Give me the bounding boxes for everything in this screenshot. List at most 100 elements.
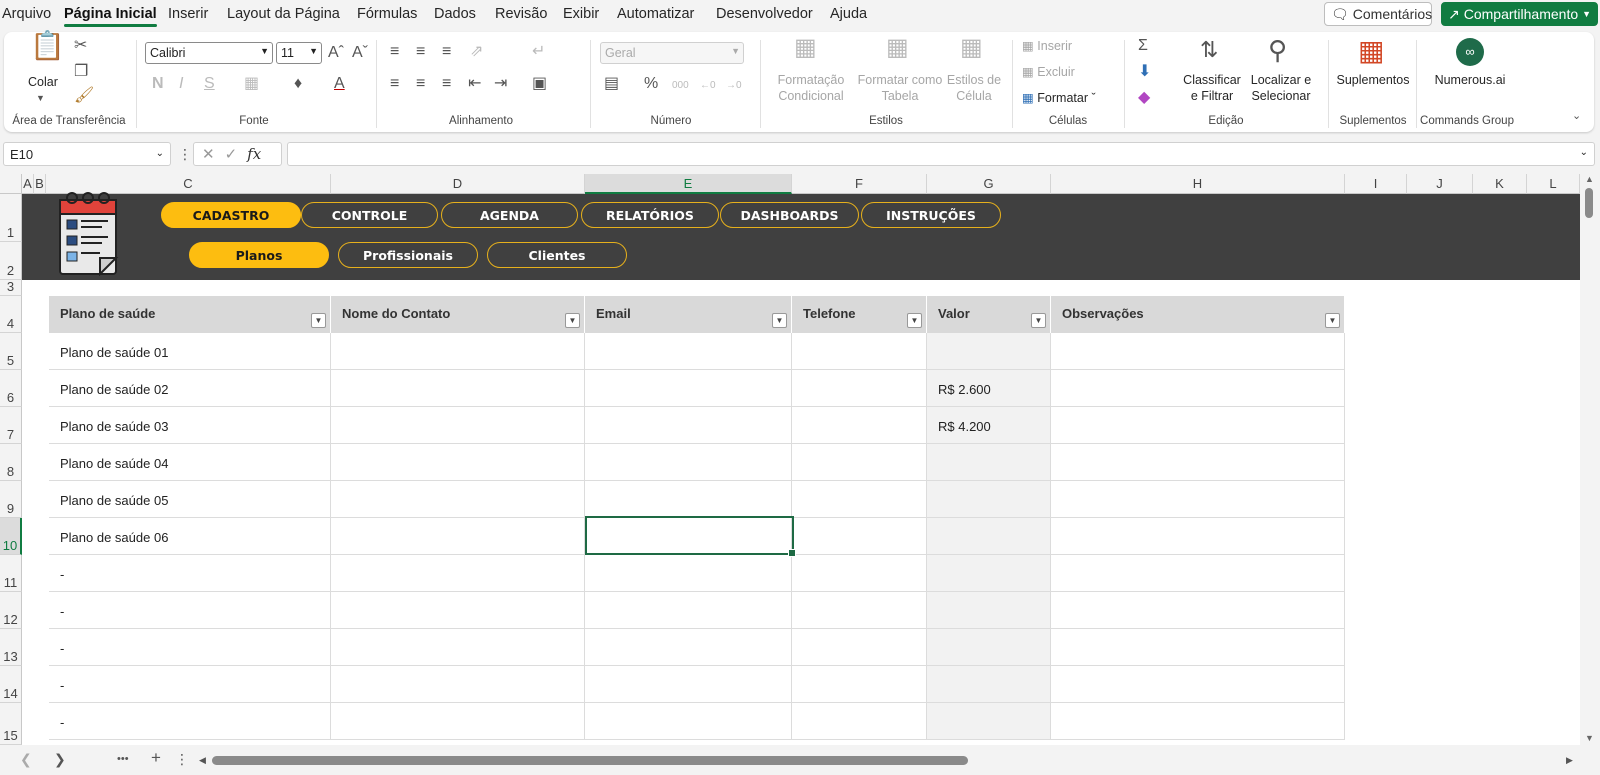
scroll-right-icon[interactable]: ▶: [1566, 755, 1573, 766]
align-right-icon[interactable]: ≡: [442, 76, 451, 92]
table-cell[interactable]: [927, 481, 1051, 518]
menu-exibir[interactable]: Exibir: [563, 6, 599, 22]
spreadsheet-grid[interactable]: ABCDEFGHIJKL 1 2 3 4 5 6 7 8 9 10 11 12 13 14 15 CADAS…: [0, 174, 1580, 745]
table-cell[interactable]: [331, 629, 585, 666]
row-header-1[interactable]: 1: [0, 194, 22, 242]
format-cells-button[interactable]: ▦ Formatar ˇ: [1022, 90, 1096, 106]
menu-dados[interactable]: Dados: [434, 6, 476, 22]
format-painter-icon[interactable]: 🖌: [74, 88, 94, 104]
table-cell[interactable]: -: [49, 592, 331, 629]
table-cell[interactable]: [331, 518, 585, 555]
merge-center-icon[interactable]: ▣: [532, 76, 547, 92]
wrap-text-icon[interactable]: ↵: [532, 44, 545, 60]
table-cell[interactable]: [331, 666, 585, 703]
find-select-button[interactable]: Localizar e Selecionar: [1246, 72, 1316, 104]
borders-icon[interactable]: ▦: [244, 76, 259, 92]
nav-tab-instrucoes[interactable]: INSTRUÇÕES: [861, 202, 1001, 228]
conditional-format-icon[interactable]: ▦: [794, 36, 817, 60]
table-cell[interactable]: [1051, 592, 1345, 629]
table-cell[interactable]: [331, 333, 585, 370]
table-cell[interactable]: R$ 4.200: [927, 407, 1051, 444]
row-header-10[interactable]: 10: [0, 518, 22, 555]
table-cell[interactable]: [792, 629, 927, 666]
table-cell[interactable]: [331, 444, 585, 481]
column-header-d[interactable]: D: [331, 174, 585, 194]
table-cell[interactable]: Plano de saúde 05: [49, 481, 331, 518]
insert-function-button[interactable]: fx: [247, 145, 261, 163]
table-cell[interactable]: [1051, 555, 1345, 592]
table-cell[interactable]: [585, 370, 792, 407]
delete-cells-button[interactable]: ▦ Excluir: [1022, 64, 1075, 80]
filter-dropdown-icon[interactable]: ▼: [1325, 313, 1340, 328]
comments-button[interactable]: 🗨 Comentários: [1324, 2, 1432, 26]
copy-icon[interactable]: ❐: [74, 64, 88, 80]
table-cell[interactable]: [1051, 333, 1345, 370]
cell-styles-icon[interactable]: ▦: [960, 36, 983, 60]
table-cell[interactable]: Plano de saúde 03: [49, 407, 331, 444]
nav-tab-relatorios[interactable]: RELATÓRIOS: [581, 202, 719, 228]
enter-icon[interactable]: ✓: [225, 145, 238, 163]
row-header-12[interactable]: 12: [0, 592, 22, 629]
bold-icon[interactable]: N: [152, 76, 164, 92]
vertical-scrollbar[interactable]: ▲ ▼: [1580, 174, 1600, 745]
column-header-j[interactable]: J: [1407, 174, 1473, 194]
align-middle-icon[interactable]: ≡: [416, 44, 425, 60]
cut-icon[interactable]: ✂: [74, 38, 87, 54]
table-cell[interactable]: [331, 592, 585, 629]
row-header-8[interactable]: 8: [0, 444, 22, 481]
column-header-b[interactable]: B: [34, 174, 46, 194]
addins-icon[interactable]: ▦: [1358, 36, 1384, 66]
align-center-icon[interactable]: ≡: [416, 76, 425, 92]
addins-button[interactable]: Suplementos: [1336, 72, 1410, 88]
table-cell[interactable]: [792, 666, 927, 703]
table-cell[interactable]: [927, 592, 1051, 629]
table-cell[interactable]: [792, 444, 927, 481]
table-cell[interactable]: Plano de saúde 01: [49, 333, 331, 370]
collapse-ribbon-icon[interactable]: ⌄: [1572, 108, 1581, 124]
paste-button[interactable]: Colar: [28, 74, 58, 90]
table-cell[interactable]: [585, 666, 792, 703]
column-header-h[interactable]: H: [1051, 174, 1345, 194]
horizontal-scroll-thumb[interactable]: [212, 756, 968, 765]
add-sheet-button[interactable]: +: [151, 748, 161, 768]
column-header-f[interactable]: F: [792, 174, 927, 194]
formula-input[interactable]: ⌄: [287, 142, 1595, 166]
table-cell[interactable]: [927, 666, 1051, 703]
sort-filter-icon[interactable]: ⇅: [1200, 38, 1218, 62]
column-header-l[interactable]: L: [1527, 174, 1580, 194]
sort-filter-button[interactable]: Classificar e Filtrar: [1182, 72, 1242, 104]
table-cell[interactable]: R$ 2.600: [927, 370, 1051, 407]
table-cell[interactable]: [1051, 666, 1345, 703]
table-cell[interactable]: -: [49, 703, 331, 740]
currency-icon[interactable]: ▤: [604, 76, 619, 92]
table-cell[interactable]: [331, 703, 585, 740]
name-box[interactable]: E10 ⌄: [3, 142, 171, 166]
select-all-corner[interactable]: [0, 174, 22, 194]
scroll-down-icon[interactable]: ▼: [1585, 733, 1594, 743]
table-cell[interactable]: Plano de saúde 06: [49, 518, 331, 555]
table-cell[interactable]: [792, 518, 927, 555]
table-cell[interactable]: [792, 555, 927, 592]
nav-tab-cadastro[interactable]: CADASTRO: [161, 202, 301, 228]
increase-decimal-icon[interactable]: ←0: [700, 78, 716, 94]
table-cell[interactable]: [1051, 629, 1345, 666]
column-header-k[interactable]: K: [1473, 174, 1527, 194]
increase-indent-icon[interactable]: ⇥: [494, 76, 507, 92]
active-cell-e10[interactable]: [585, 516, 796, 557]
menu-inserir[interactable]: Inserir: [168, 6, 208, 22]
table-cell[interactable]: [927, 518, 1051, 555]
table-cell[interactable]: [792, 703, 927, 740]
table-cell[interactable]: [927, 444, 1051, 481]
align-bottom-icon[interactable]: ≡: [442, 44, 451, 60]
table-cell[interactable]: [1051, 703, 1345, 740]
column-header-i[interactable]: I: [1345, 174, 1407, 194]
align-left-icon[interactable]: ≡: [390, 76, 399, 92]
row-header-9[interactable]: 9: [0, 481, 22, 518]
row-header-13[interactable]: 13: [0, 629, 22, 666]
underline-icon[interactable]: S: [204, 76, 215, 92]
numerous-ai-icon[interactable]: ∞: [1456, 38, 1484, 66]
format-table-icon[interactable]: ▦: [886, 36, 909, 60]
number-format-select[interactable]: Geral ▼: [600, 42, 744, 64]
table-cell[interactable]: [585, 555, 792, 592]
menu-arquivo[interactable]: Arquivo: [2, 6, 51, 22]
